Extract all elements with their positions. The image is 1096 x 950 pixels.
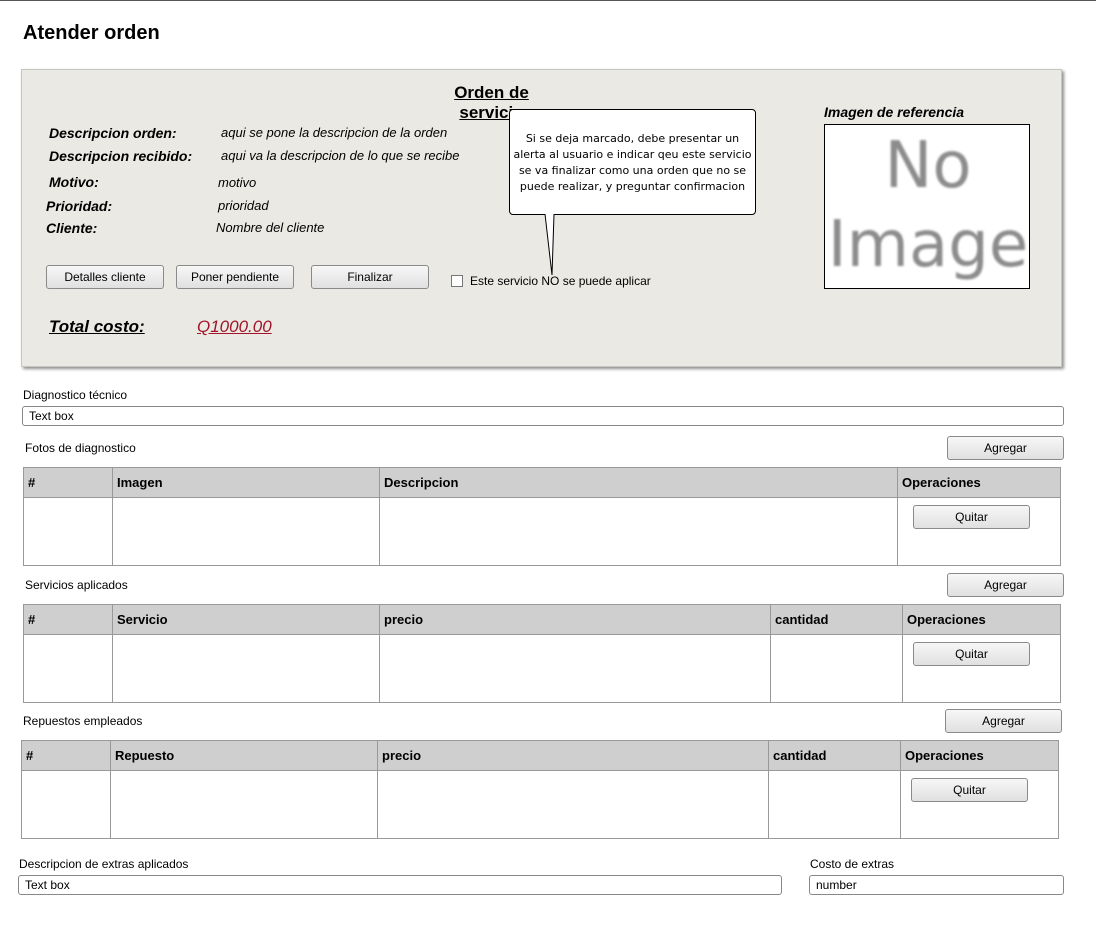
- total-cost-label: Total costo:: [49, 317, 145, 336]
- applied-services-label: Servicios aplicados: [25, 578, 128, 592]
- parts-table: # Repuesto precio cantidad Operaciones Q…: [21, 740, 1059, 839]
- diagnosis-photos-label: Fotos de diagnostico: [25, 441, 136, 455]
- extras-description-label: Descripcion de extras aplicados: [19, 857, 189, 871]
- received-description-label: Descripcion recibido:: [49, 148, 193, 164]
- technical-diagnosis-label: Diagnostico técnico: [23, 388, 128, 402]
- col-price: precio: [384, 612, 424, 627]
- photos-table: # Imagen Descripcion Operaciones Quitar: [23, 467, 1061, 566]
- page-title: Atender orden: [23, 22, 160, 44]
- cannot-apply-checkbox[interactable]: [451, 275, 463, 287]
- priority-label: Prioridad:: [46, 198, 113, 214]
- col-operations: Operaciones: [902, 475, 981, 490]
- add-part-button[interactable]: Agregar: [945, 709, 1062, 733]
- extras-cost-label: Costo de extras: [810, 857, 895, 871]
- services-table: # Servicio precio cantidad Operaciones Q…: [23, 604, 1061, 703]
- extras-description-input[interactable]: Text box: [18, 875, 782, 895]
- set-pending-button[interactable]: Poner pendiente: [176, 265, 294, 289]
- remove-service-button[interactable]: Quitar: [913, 642, 1030, 666]
- finish-button[interactable]: Finalizar: [311, 265, 429, 289]
- parts-table-header: # Repuesto precio cantidad Operaciones: [22, 741, 1058, 771]
- col-number: #: [28, 475, 36, 490]
- reference-image-placeholder: No Image: [824, 124, 1030, 289]
- priority-value: prioridad: [218, 198, 269, 213]
- reason-label: Motivo:: [49, 174, 99, 190]
- col-number: #: [28, 612, 36, 627]
- order-description-value: aqui se pone la descripcion de la orden: [221, 125, 448, 140]
- extras-cost-input[interactable]: number: [809, 875, 1064, 895]
- total-cost-value: Q1000.00: [197, 317, 272, 336]
- client-label: Cliente:: [46, 220, 98, 236]
- col-description: Descripcion: [384, 475, 459, 490]
- reason-value: motivo: [218, 175, 257, 190]
- no-image-line2: Image: [827, 208, 1029, 282]
- col-number: #: [26, 748, 34, 763]
- col-operations: Operaciones: [907, 612, 986, 627]
- col-quantity: cantidad: [773, 748, 827, 763]
- client-details-button[interactable]: Detalles cliente: [46, 265, 164, 289]
- note-callout: Si se deja marcado, debe presentar un al…: [509, 109, 756, 215]
- client-value: Nombre del cliente: [216, 220, 325, 235]
- remove-part-button[interactable]: Quitar: [911, 778, 1028, 802]
- used-parts-label: Repuestos empleados: [23, 714, 143, 728]
- col-price: precio: [382, 748, 422, 763]
- col-operations: Operaciones: [905, 748, 984, 763]
- add-service-button[interactable]: Agregar: [947, 573, 1064, 597]
- col-part: Repuesto: [115, 748, 175, 763]
- photos-table-header: # Imagen Descripcion Operaciones: [24, 468, 1060, 498]
- reference-image-label: Imagen de referencia: [824, 104, 965, 120]
- no-image-line1: No: [884, 129, 972, 203]
- col-image: Imagen: [117, 475, 163, 490]
- services-table-header: # Servicio precio cantidad Operaciones: [24, 605, 1060, 635]
- order-panel: Orden de servicio Descripcion orden: aqu…: [21, 69, 1062, 367]
- order-description-label: Descripcion orden:: [49, 125, 177, 141]
- technical-diagnosis-input[interactable]: Text box: [22, 406, 1064, 426]
- remove-photo-button[interactable]: Quitar: [913, 505, 1030, 529]
- add-photo-button[interactable]: Agregar: [947, 436, 1064, 460]
- col-quantity: cantidad: [775, 612, 829, 627]
- col-service: Servicio: [117, 612, 168, 627]
- received-description-value: aqui va la descripcion de lo que se reci…: [221, 148, 460, 163]
- cannot-apply-label: Este servicio NO se puede aplicar: [470, 274, 651, 288]
